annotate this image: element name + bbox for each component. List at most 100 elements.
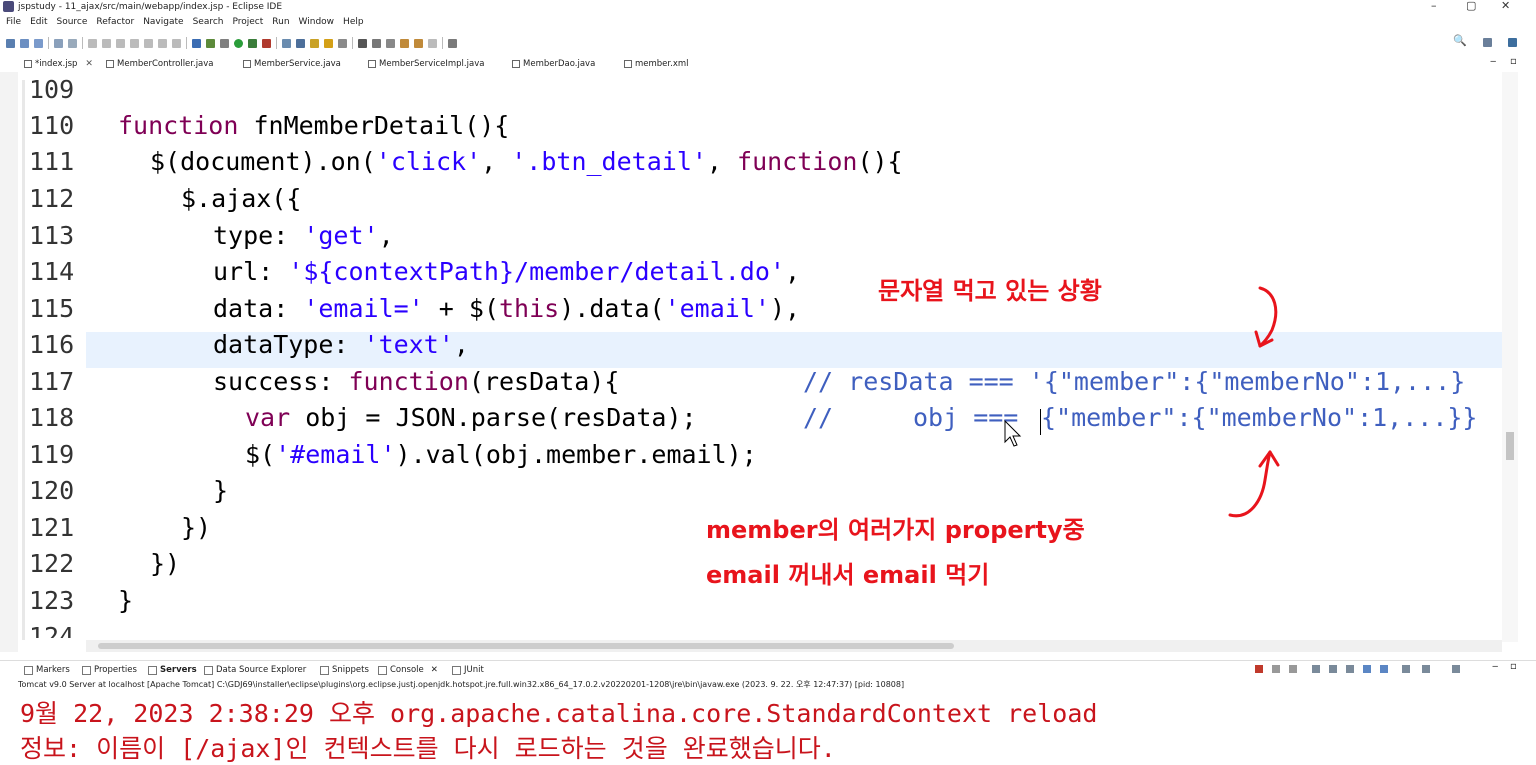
close-icon[interactable]: ✕ (431, 661, 438, 679)
scroll-thumb[interactable] (98, 643, 954, 649)
maximize-button[interactable]: ▢ (1466, 0, 1476, 12)
editor-horizontal-scrollbar[interactable] (86, 640, 1502, 652)
toggle-ant-icon[interactable] (192, 38, 201, 48)
step-into-icon[interactable] (144, 38, 153, 48)
search-icon[interactable]: 🔍 (1453, 34, 1467, 47)
minimize-button[interactable]: – (1431, 0, 1437, 12)
code-line[interactable]: $('#email').val(obj.member.email); (245, 440, 757, 469)
tab-servers[interactable]: Servers (148, 661, 197, 679)
menu-file[interactable]: File (6, 14, 21, 31)
menu-edit[interactable]: Edit (30, 14, 47, 31)
perspective-icon[interactable] (1483, 38, 1492, 47)
code-line[interactable]: var obj = JSON.parse(resData); (245, 403, 697, 432)
last-edit-icon[interactable] (400, 38, 409, 48)
prev-annotation-icon[interactable] (386, 38, 395, 48)
maximize-view-icon[interactable]: ▫ (1510, 661, 1517, 672)
clear-console-icon[interactable] (1312, 665, 1320, 673)
tab-member-xml[interactable]: member.xml (624, 56, 689, 72)
forward-icon[interactable] (428, 38, 437, 48)
tab-member-controller[interactable]: MemberController.java (106, 56, 214, 72)
remove-launch-icon[interactable] (1272, 665, 1280, 673)
toggle-block-icon[interactable] (206, 38, 215, 48)
maximize-view-icon[interactable]: ▫ (1510, 56, 1517, 67)
open-console-icon[interactable] (1452, 665, 1460, 673)
menu-source[interactable]: Source (57, 14, 88, 31)
menu-help[interactable]: Help (343, 14, 364, 31)
tab-index-jsp[interactable]: *index.jsp ✕ (24, 56, 93, 72)
pin-console-icon[interactable] (1402, 665, 1410, 673)
next-annotation-icon[interactable] (372, 38, 381, 48)
menu-refactor[interactable]: Refactor (96, 14, 134, 31)
pin-editor-icon[interactable] (448, 38, 457, 48)
code-line[interactable]: function fnMemberDetail(){ (118, 111, 509, 140)
coverage-icon[interactable] (248, 38, 257, 48)
new-package-icon[interactable] (296, 38, 305, 48)
close-icon[interactable]: ✕ (85, 56, 93, 72)
code-line[interactable]: }) (150, 549, 180, 578)
code-line[interactable]: $.ajax({ (181, 184, 301, 213)
search-tool-icon[interactable] (338, 38, 347, 48)
terminate-icon[interactable] (116, 38, 125, 48)
word-wrap-icon[interactable] (1346, 665, 1354, 673)
save-icon[interactable] (20, 38, 29, 48)
back-icon[interactable] (414, 38, 423, 48)
show-stdout-icon[interactable] (1363, 665, 1371, 673)
step-over-icon[interactable] (158, 38, 167, 48)
code-line[interactable]: data: 'email=' + $(this).data('email'), (213, 294, 800, 323)
code-comment[interactable]: // (803, 403, 833, 432)
code-line[interactable]: } (213, 476, 228, 505)
tab-member-dao[interactable]: MemberDao.java (512, 56, 595, 72)
code-line[interactable]: $(document).on('click', '.btn_detail', f… (150, 147, 903, 176)
tab-member-service[interactable]: MemberService.java (243, 56, 341, 72)
display-console-icon[interactable] (1422, 665, 1430, 673)
menu-run[interactable]: Run (272, 14, 289, 31)
menu-window[interactable]: Window (299, 14, 335, 31)
code-line[interactable]: url: '${contextPath}/member/detail.do', (213, 257, 800, 286)
open-type-icon[interactable] (310, 38, 319, 48)
suspend-icon[interactable] (102, 38, 111, 48)
java-ee-perspective-icon[interactable] (1508, 38, 1517, 47)
resume-icon[interactable] (88, 38, 97, 48)
java-file-icon (243, 60, 251, 68)
code-line[interactable]: type: 'get', (213, 221, 394, 250)
code-line[interactable]: } (118, 586, 133, 615)
save-all-icon[interactable] (34, 38, 43, 48)
menu-search[interactable]: Search (193, 14, 224, 31)
tab-properties[interactable]: Properties (82, 661, 137, 679)
external-tools-icon[interactable] (262, 38, 271, 48)
skip-breakpoints-icon[interactable] (68, 38, 77, 48)
close-button[interactable]: ✕ (1501, 0, 1510, 12)
debug-icon[interactable] (220, 38, 229, 48)
tab-junit[interactable]: JUnit (452, 661, 484, 679)
tab-data-source-explorer[interactable]: Data Source Explorer (204, 661, 306, 679)
terminal-icon[interactable] (54, 38, 63, 48)
editor-vertical-scrollbar[interactable] (1502, 72, 1518, 642)
minimize-view-icon[interactable]: ‒ (1492, 661, 1498, 672)
minimize-view-icon[interactable]: ‒ (1490, 56, 1496, 67)
annotation-icon[interactable] (358, 38, 367, 48)
remove-all-icon[interactable] (1289, 665, 1297, 673)
console-process-label: Tomcat v9.0 Server at localhost [Apache … (18, 680, 905, 689)
code-comment[interactable]: obj === (913, 403, 1018, 432)
code-line[interactable]: success: function(resData){ (213, 367, 619, 396)
open-task-icon[interactable] (324, 38, 333, 48)
tab-snippets[interactable]: Snippets (320, 661, 369, 679)
show-stderr-icon[interactable] (1380, 665, 1388, 673)
menu-navigate[interactable]: Navigate (143, 14, 183, 31)
code-line[interactable]: }) (181, 513, 211, 542)
toolbar-separator (442, 37, 443, 49)
tab-markers[interactable]: Markers (24, 661, 70, 679)
disconnect-icon[interactable] (130, 38, 139, 48)
step-return-icon[interactable] (172, 38, 181, 48)
scroll-thumb[interactable] (1506, 432, 1514, 460)
new-icon[interactable] (6, 38, 15, 48)
code-comment[interactable]: // resData === '{"member":{"memberNo":1,… (803, 367, 1465, 396)
tab-member-service-impl[interactable]: MemberServiceImpl.java (368, 56, 484, 72)
new-java-project-icon[interactable] (282, 38, 291, 48)
scroll-lock-icon[interactable] (1329, 665, 1337, 673)
menu-project[interactable]: Project (232, 14, 263, 31)
code-line[interactable]: dataType: 'text', (213, 330, 469, 359)
run-icon[interactable] (234, 38, 243, 48)
tab-console[interactable]: Console ✕ (378, 661, 438, 679)
terminate-icon[interactable] (1255, 665, 1263, 673)
